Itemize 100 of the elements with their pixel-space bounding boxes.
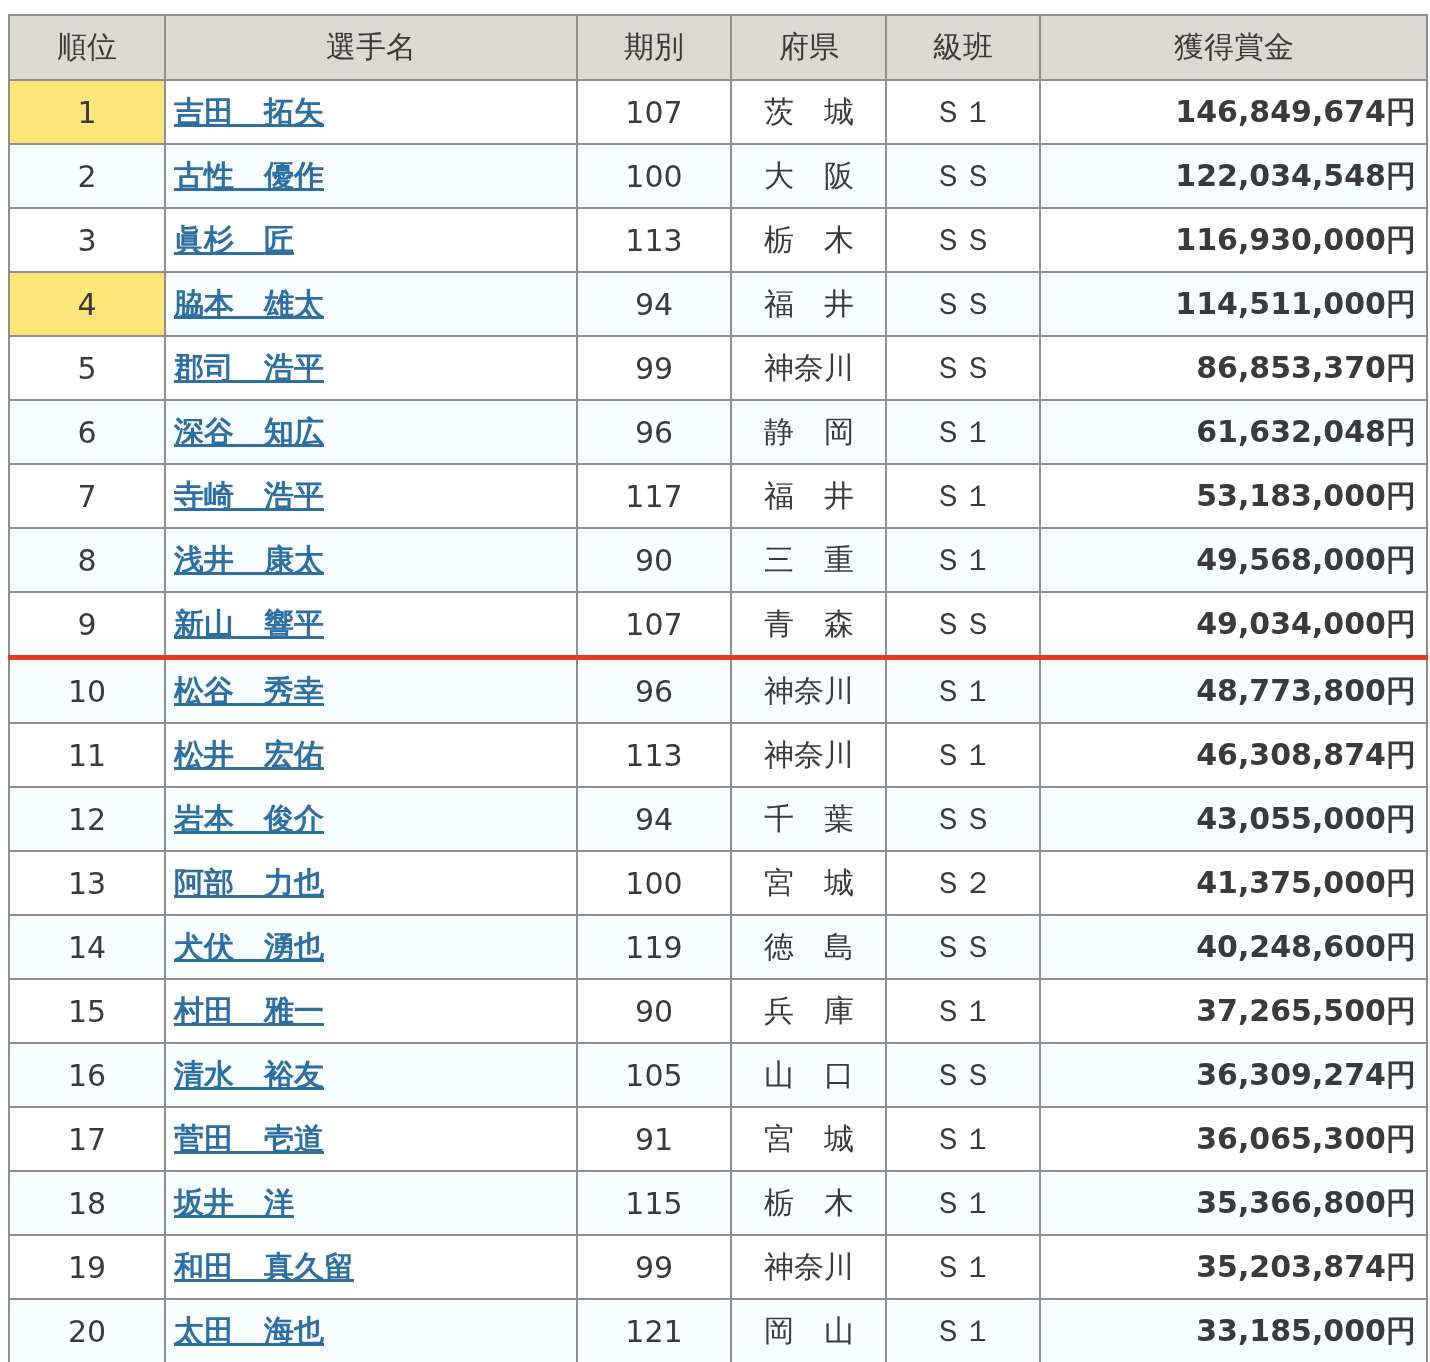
prize-cell: 48,773,800円 bbox=[1040, 657, 1427, 723]
prefecture-cell: 青 森 bbox=[731, 592, 886, 658]
prize-cell: 49,568,000円 bbox=[1040, 528, 1427, 592]
prize-cell: 40,248,600円 bbox=[1040, 915, 1427, 979]
rank-cell: 7 bbox=[9, 464, 165, 528]
prefecture-cell: 宮 城 bbox=[731, 1107, 886, 1171]
term-cell: 99 bbox=[577, 336, 731, 400]
column-header: 級班 bbox=[886, 15, 1040, 80]
rank-cell: 8 bbox=[9, 528, 165, 592]
term-cell: 90 bbox=[577, 528, 731, 592]
class-cell: ＳＳ bbox=[886, 787, 1040, 851]
rank-cell: 6 bbox=[9, 400, 165, 464]
prefecture-cell: 神奈川 bbox=[731, 657, 886, 723]
prize-cell: 114,511,000円 bbox=[1040, 272, 1427, 336]
prize-cell: 36,065,300円 bbox=[1040, 1107, 1427, 1171]
term-cell: 99 bbox=[577, 1235, 731, 1299]
class-cell: Ｓ１ bbox=[886, 400, 1040, 464]
prize-cell: 41,375,000円 bbox=[1040, 851, 1427, 915]
prize-cell: 46,308,874円 bbox=[1040, 723, 1427, 787]
rank-cell: 1 bbox=[9, 80, 165, 144]
rank-cell: 18 bbox=[9, 1171, 165, 1235]
term-cell: 115 bbox=[577, 1171, 731, 1235]
prefecture-cell: 神奈川 bbox=[731, 336, 886, 400]
prefecture-cell: 栃 木 bbox=[731, 1171, 886, 1235]
prefecture-cell: 栃 木 bbox=[731, 208, 886, 272]
player-link[interactable]: 松谷 秀幸 bbox=[174, 672, 324, 708]
term-cell: 113 bbox=[577, 208, 731, 272]
column-header: 獲得賞金 bbox=[1040, 15, 1427, 80]
player-link[interactable]: 坂井 洋 bbox=[174, 1184, 294, 1220]
column-header: 府県 bbox=[731, 15, 886, 80]
prefecture-cell: 茨 城 bbox=[731, 80, 886, 144]
term-cell: 119 bbox=[577, 915, 731, 979]
prefecture-cell: 宮 城 bbox=[731, 851, 886, 915]
term-cell: 91 bbox=[577, 1107, 731, 1171]
class-cell: ＳＳ bbox=[886, 1043, 1040, 1107]
rank-cell: 19 bbox=[9, 1235, 165, 1299]
class-cell: Ｓ２ bbox=[886, 851, 1040, 915]
prefecture-cell: 福 井 bbox=[731, 464, 886, 528]
rank-cell: 11 bbox=[9, 723, 165, 787]
prize-cell: 37,265,500円 bbox=[1040, 979, 1427, 1043]
term-cell: 96 bbox=[577, 400, 731, 464]
rank-cell: 13 bbox=[9, 851, 165, 915]
rank-cell: 14 bbox=[9, 915, 165, 979]
class-cell: Ｓ１ bbox=[886, 464, 1040, 528]
prefecture-cell: 静 岡 bbox=[731, 400, 886, 464]
prize-cell: 116,930,000円 bbox=[1040, 208, 1427, 272]
class-cell: ＳＳ bbox=[886, 208, 1040, 272]
prize-cell: 53,183,000円 bbox=[1040, 464, 1427, 528]
prefecture-cell: 神奈川 bbox=[731, 723, 886, 787]
prize-cell: 61,632,048円 bbox=[1040, 400, 1427, 464]
rank-cell: 3 bbox=[9, 208, 165, 272]
player-link[interactable]: 新山 響平 bbox=[174, 605, 324, 641]
rank-cell: 2 bbox=[9, 144, 165, 208]
rank-cell: 10 bbox=[9, 657, 165, 723]
term-cell: 94 bbox=[577, 787, 731, 851]
class-cell: Ｓ１ bbox=[886, 80, 1040, 144]
rank-cell: 5 bbox=[9, 336, 165, 400]
class-cell: Ｓ１ bbox=[886, 723, 1040, 787]
class-cell: Ｓ１ bbox=[886, 657, 1040, 723]
term-cell: 105 bbox=[577, 1043, 731, 1107]
prize-cell: 36,309,274円 bbox=[1040, 1043, 1427, 1107]
prize-cell: 35,366,800円 bbox=[1040, 1171, 1427, 1235]
prefecture-cell: 三 重 bbox=[731, 528, 886, 592]
class-cell: ＳＳ bbox=[886, 336, 1040, 400]
prefecture-cell: 岡 山 bbox=[731, 1299, 886, 1362]
class-cell: ＳＳ bbox=[886, 144, 1040, 208]
class-cell: ＳＳ bbox=[886, 592, 1040, 658]
term-cell: 113 bbox=[577, 723, 731, 787]
class-cell: Ｓ１ bbox=[886, 1299, 1040, 1362]
term-cell: 100 bbox=[577, 144, 731, 208]
class-cell: Ｓ１ bbox=[886, 1235, 1040, 1299]
prefecture-cell: 大 阪 bbox=[731, 144, 886, 208]
prize-cell: 146,849,674円 bbox=[1040, 80, 1427, 144]
prize-cell: 33,185,000円 bbox=[1040, 1299, 1427, 1362]
prefecture-cell: 山 口 bbox=[731, 1043, 886, 1107]
class-cell: Ｓ１ bbox=[886, 1171, 1040, 1235]
prize-cell: 43,055,000円 bbox=[1040, 787, 1427, 851]
column-header: 期別 bbox=[577, 15, 731, 80]
prize-cell: 86,853,370円 bbox=[1040, 336, 1427, 400]
rank-cell: 20 bbox=[9, 1299, 165, 1362]
term-cell: 107 bbox=[577, 592, 731, 658]
column-header: 選手名 bbox=[165, 15, 577, 80]
rank-cell: 16 bbox=[9, 1043, 165, 1107]
class-cell: ＳＳ bbox=[886, 272, 1040, 336]
term-cell: 107 bbox=[577, 80, 731, 144]
class-cell: Ｓ１ bbox=[886, 979, 1040, 1043]
rank-cell: 17 bbox=[9, 1107, 165, 1171]
prefecture-cell: 福 井 bbox=[731, 272, 886, 336]
rank-cell: 12 bbox=[9, 787, 165, 851]
term-cell: 100 bbox=[577, 851, 731, 915]
class-cell: Ｓ１ bbox=[886, 1107, 1040, 1171]
class-cell: Ｓ１ bbox=[886, 528, 1040, 592]
prefecture-cell: 徳 島 bbox=[731, 915, 886, 979]
prefecture-cell: 千 葉 bbox=[731, 787, 886, 851]
prize-cell: 49,034,000円 bbox=[1040, 592, 1427, 658]
term-cell: 121 bbox=[577, 1299, 731, 1362]
term-cell: 117 bbox=[577, 464, 731, 528]
prefecture-cell: 神奈川 bbox=[731, 1235, 886, 1299]
prize-cell: 122,034,548円 bbox=[1040, 144, 1427, 208]
player-link[interactable]: 眞杉 匠 bbox=[174, 221, 294, 257]
